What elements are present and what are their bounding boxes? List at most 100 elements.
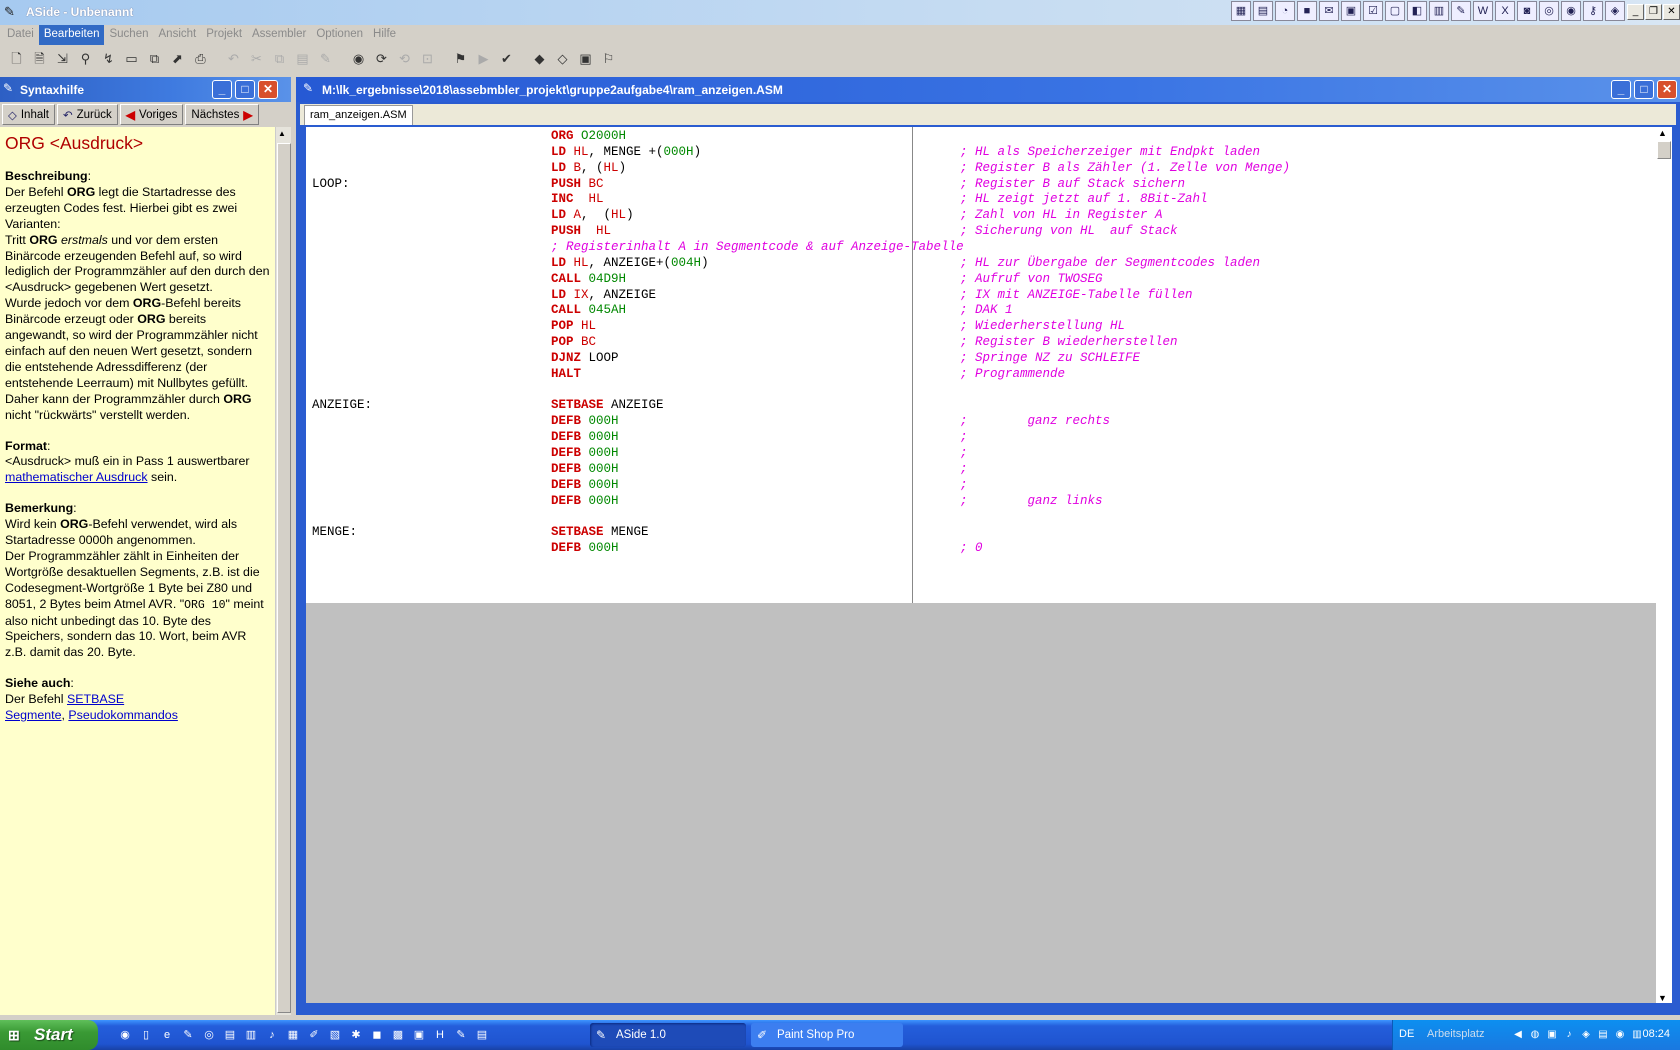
help-close-button[interactable]: ✕ xyxy=(258,80,278,99)
math-expression-link[interactable]: mathematischer Ausdruck xyxy=(5,470,148,484)
code-line[interactable]: CALL 045AH ; DAK 1 xyxy=(306,303,1656,320)
code-line[interactable]: DJNZ LOOP ; Springe NZ zu SCHLEIFE xyxy=(306,351,1656,368)
volume-icon[interactable]: ♪ xyxy=(1562,1027,1576,1043)
menu-assembler[interactable]: Assembler xyxy=(247,25,311,45)
ql-icon[interactable]: ▣ xyxy=(410,1026,428,1044)
menu-datei[interactable]: Datei xyxy=(2,25,39,45)
replace-icon[interactable]: ⟲ xyxy=(394,49,415,69)
ql-icon[interactable]: ✱ xyxy=(347,1026,365,1044)
code-line[interactable]: DEFB 000H; xyxy=(306,430,1656,447)
code-line[interactable]: LD IX, ANZEIGE ; IX mit ANZEIGE-Tabelle f… xyxy=(306,288,1656,305)
ql-icon[interactable]: ▯ xyxy=(137,1026,155,1044)
ql-icon[interactable]: ✎ xyxy=(179,1026,197,1044)
ql-icon[interactable]: ✎ xyxy=(452,1026,470,1044)
shield-icon[interactable]: ◈ xyxy=(1579,1027,1593,1043)
code-line[interactable]: MENGE: SETBASE MENGE xyxy=(306,525,1656,542)
shortcut-icon[interactable]: ▣ xyxy=(1341,1,1361,21)
scroll-thumb[interactable] xyxy=(1657,141,1671,159)
code-line[interactable]: LD HL, MENGE +(000H) ; HL als Speicherzei… xyxy=(306,145,1656,162)
menu-hilfe[interactable]: Hilfe xyxy=(368,25,401,45)
ql-icon[interactable]: ◼ xyxy=(368,1026,386,1044)
shortcut-icon[interactable]: ⚷ xyxy=(1583,1,1603,21)
code-line[interactable]: CALL 04D9H ; Aufruf von TWOSEG xyxy=(306,272,1656,289)
workplace-toolbar[interactable]: Arbeitsplatz xyxy=(1427,1028,1484,1040)
code-line[interactable] xyxy=(306,383,1656,400)
help-minimize-button[interactable]: _ xyxy=(212,80,232,99)
help-context-icon[interactable]: ⚐ xyxy=(598,49,619,69)
word-icon[interactable]: W xyxy=(1473,1,1493,21)
print-icon[interactable]: ⎙ xyxy=(190,49,211,69)
reload-icon[interactable]: ↯ xyxy=(98,49,119,69)
code-line[interactable]: ; Registerinhalt A in Segmentcode & auf … xyxy=(306,240,1656,257)
edit-icon[interactable]: ✎ xyxy=(315,49,336,69)
ql-icon[interactable]: ▤ xyxy=(473,1026,491,1044)
segmente-link[interactable]: Segmente xyxy=(5,708,61,722)
scroll-up-icon[interactable]: ▲ xyxy=(1658,128,1667,138)
shortcut-icon[interactable]: ▦ xyxy=(1231,1,1251,21)
tray-icon[interactable]: ◍ xyxy=(1528,1027,1542,1043)
network-icon[interactable]: ▣ xyxy=(1545,1027,1559,1043)
code-line[interactable]: INC HL ; HL zeigt jetzt auf 1. 8Bit-Zahl xyxy=(306,192,1656,209)
assemble-icon[interactable]: ⚑ xyxy=(450,49,471,69)
shortcut-icon[interactable]: ▥ xyxy=(1429,1,1449,21)
editor-close-button[interactable]: ✕ xyxy=(1657,80,1677,99)
save-icon[interactable]: ⬈ xyxy=(167,49,188,69)
help-scrollbar[interactable]: ▲ xyxy=(275,127,291,1015)
shortcut-icon[interactable]: ☑ xyxy=(1363,1,1383,21)
editor-vertical-scrollbar[interactable]: ▲ ▼ xyxy=(1656,127,1672,1003)
ql-icon[interactable]: ▧ xyxy=(326,1026,344,1044)
paste-icon[interactable]: ▤ xyxy=(292,49,313,69)
mail-icon[interactable]: ✉ xyxy=(1319,1,1339,21)
shortcut-icon[interactable]: ◔ xyxy=(1275,1,1295,21)
ql-icon[interactable]: ▩ xyxy=(389,1026,407,1044)
shortcut-icon[interactable]: ◙ xyxy=(1517,1,1537,21)
find-next-icon[interactable]: ⟳ xyxy=(371,49,392,69)
erase-icon[interactable]: ◇ xyxy=(552,49,573,69)
editor-minimize-button[interactable]: _ xyxy=(1611,80,1631,99)
code-line[interactable]: DEFB 000H; xyxy=(306,478,1656,495)
scroll-down-icon[interactable]: ▼ xyxy=(1658,993,1667,1003)
code-line[interactable]: LD HL, ANZEIGE+(004H) ; HL zur Übergabe d… xyxy=(306,256,1656,273)
menu-projekt[interactable]: Projekt xyxy=(201,25,247,45)
ql-icon[interactable]: H xyxy=(431,1026,449,1044)
pseudokommandos-link[interactable]: Pseudokommandos xyxy=(68,708,178,722)
copy-icon[interactable]: ⧉ xyxy=(269,49,290,69)
setbase-link[interactable]: SETBASE xyxy=(67,692,124,706)
back-button[interactable]: ↶ Zurück xyxy=(57,104,118,125)
task-paint-shop-pro[interactable]: ✐ Paint Shop Pro xyxy=(751,1023,903,1047)
menu-optionen[interactable]: Optionen xyxy=(311,25,368,45)
editor-empty-area[interactable] xyxy=(306,603,1656,1003)
restore-button[interactable]: ❐ xyxy=(1645,4,1662,20)
code-line[interactable]: POP BC ; Register B wiederherstellen xyxy=(306,335,1656,352)
minimize-button[interactable]: _ xyxy=(1627,4,1644,20)
shortcut-icon[interactable]: ◈ xyxy=(1605,1,1625,21)
ql-icon[interactable]: ▦ xyxy=(284,1026,302,1044)
shortcut-icon[interactable]: ◎ xyxy=(1539,1,1559,21)
open-project-icon[interactable]: ⚲ xyxy=(75,49,96,69)
scroll-thumb[interactable] xyxy=(277,143,291,1013)
clock[interactable]: 08:24 xyxy=(1642,1028,1670,1040)
help-maximize-button[interactable]: □ xyxy=(235,80,255,99)
shortcut-icon[interactable]: ✎ xyxy=(1451,1,1471,21)
code-line[interactable]: LOOP: PUSH BC ; Register B auf Stack siche… xyxy=(306,177,1656,194)
shortcut-icon[interactable]: ▢ xyxy=(1385,1,1405,21)
ql-icon[interactable]: ✐ xyxy=(305,1026,323,1044)
open-folder-icon[interactable]: ▭ xyxy=(121,49,142,69)
run-icon[interactable]: ▶ xyxy=(473,49,494,69)
code-line[interactable]: DEFB 000H; xyxy=(306,446,1656,463)
next-button[interactable]: Nächstes ▶ xyxy=(185,104,259,125)
code-line[interactable]: LD A, (HL) ; Zahl von HL in Register A xyxy=(306,208,1656,225)
task-aside[interactable]: ✎ ASide 1.0 xyxy=(590,1023,746,1047)
code-line[interactable]: ORG O2000H xyxy=(306,129,1656,146)
cut-icon[interactable]: ✂ xyxy=(246,49,267,69)
shortcut-icon[interactable]: ■ xyxy=(1297,1,1317,21)
new-file-icon[interactable]: 🗋 xyxy=(6,49,27,69)
undo-icon[interactable]: ↶ xyxy=(223,49,244,69)
save-all-icon[interactable]: ⧉ xyxy=(144,49,165,69)
shortcut-icon[interactable]: ◉ xyxy=(1561,1,1581,21)
tray-icon[interactable]: ◀ xyxy=(1511,1027,1525,1043)
app-icon[interactable]: ✎ xyxy=(4,4,20,20)
close-button[interactable]: ✕ xyxy=(1663,4,1680,20)
tab-ram-anzeigen[interactable]: ram_anzeigen.ASM xyxy=(304,105,413,125)
book-icon[interactable]: ◆ xyxy=(529,49,550,69)
